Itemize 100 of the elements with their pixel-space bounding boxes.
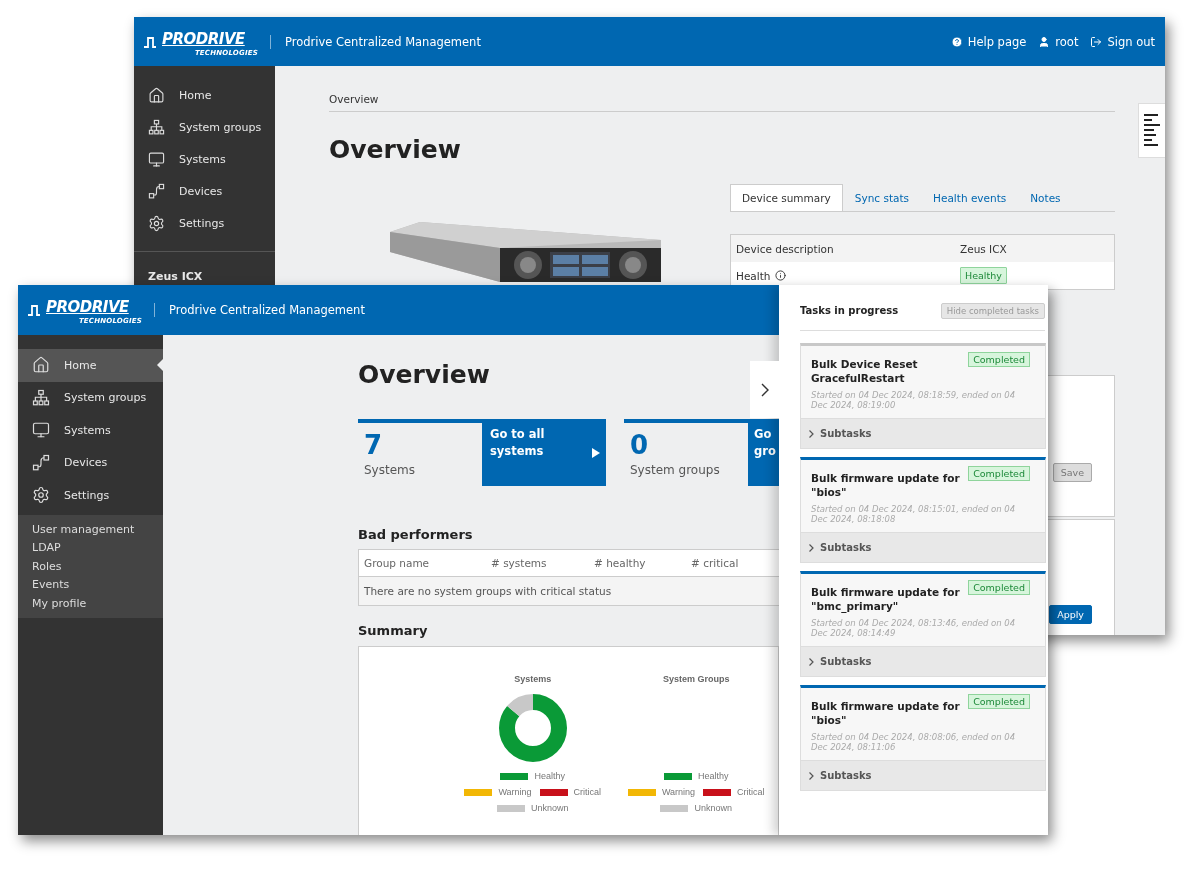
help-icon <box>950 35 963 48</box>
task-time: Started on 04 Dec 2024, 08:15:01, ended on 04 Dec 2024, 08:18:08 <box>811 504 1017 524</box>
legend-label: Warning <box>661 787 696 797</box>
go-to-link[interactable]: Go to all systems <box>482 419 606 486</box>
section-title: Bad performers <box>358 527 473 543</box>
empty-message: There are no system groups with critical status <box>363 584 613 599</box>
list-lines-icon <box>1144 113 1160 148</box>
column-header: # healthy <box>593 557 647 569</box>
task-title: Bulk firmware update for "bmc_primary" <box>811 585 961 613</box>
logo-name: PRODRIVE <box>162 30 245 47</box>
legend-label: Warning <box>498 787 532 797</box>
user-icon <box>1038 35 1051 48</box>
nav-item[interactable]: Systems <box>18 414 163 447</box>
logo-name: PRODRIVE <box>46 299 129 315</box>
stat-label: System groups <box>630 463 721 477</box>
submenu-item[interactable]: My profile <box>18 594 163 614</box>
page-title: Overview <box>329 135 461 165</box>
status-badge: Completed <box>968 580 1030 595</box>
task-time: Started on 04 Dec 2024, 08:13:46, ended on 04 Dec 2024, 08:14:49 <box>811 618 1017 638</box>
monitor-icon <box>32 421 50 440</box>
subtasks-toggle[interactable]: Subtasks <box>801 418 1045 448</box>
home-icon <box>148 86 165 104</box>
nav-item[interactable]: Settings <box>18 479 163 512</box>
play-arrow-icon <box>592 448 600 458</box>
subtasks-toggle[interactable]: Subtasks <box>801 760 1045 790</box>
nav-item[interactable]: Devices <box>18 446 163 479</box>
legend-label: Critical <box>573 787 602 797</box>
sign-out-icon <box>1090 35 1103 48</box>
subtasks-toggle[interactable]: Subtasks <box>801 646 1045 676</box>
table-of-contents-toggle[interactable] <box>1138 103 1165 158</box>
status-badge: Completed <box>968 466 1030 481</box>
nav-item[interactable]: System groups <box>18 381 163 414</box>
connected-squares-icon <box>148 182 165 200</box>
page-title: Overview <box>358 360 490 390</box>
hierarchy-icon <box>32 388 50 407</box>
settings-icon <box>32 486 50 505</box>
table-cell: Health <box>736 269 771 282</box>
breadcrumb[interactable]: Overview <box>329 93 1115 112</box>
stat-value: 0 <box>630 431 650 459</box>
status-badge: Healthy <box>960 267 1007 284</box>
task-title: Bulk firmware update for "bios" <box>811 471 961 499</box>
chevron-right-icon <box>809 657 814 666</box>
header-link[interactable]: root <box>1038 34 1079 49</box>
nav-item[interactable]: Devices <box>134 175 275 207</box>
column-header: Group name <box>363 557 431 569</box>
nav-item[interactable]: Systems <box>134 143 275 175</box>
table-cell: Zeus ICX <box>960 242 1007 255</box>
column-header: # systems <box>490 557 548 569</box>
hierarchy-icon <box>148 118 165 136</box>
panel-toggle-button[interactable] <box>750 361 779 418</box>
chart-title: Systems <box>514 674 552 684</box>
panel-button[interactable]: Apply <box>1049 605 1092 624</box>
submenu-item[interactable]: Events <box>18 576 163 595</box>
tab[interactable]: Health events <box>921 184 1019 211</box>
go-to-link[interactable]: Go gro <box>748 419 779 486</box>
column-header: # critical <box>690 557 740 569</box>
legend-label: Healthy <box>698 771 729 781</box>
app-title: Prodrive Centralized Management <box>285 34 481 49</box>
settings-icon <box>148 214 165 232</box>
task-title: Bulk Device Reset GracefulRestart <box>811 357 919 385</box>
nav-item[interactable]: Home <box>134 79 275 111</box>
legend-label: Unknown <box>531 803 569 813</box>
chevron-right-icon <box>809 429 814 438</box>
nav-item[interactable]: Settings <box>134 207 275 239</box>
connected-squares-icon <box>32 453 50 472</box>
device-context-label: Zeus ICX <box>147 270 204 283</box>
chevron-right-icon <box>760 382 769 397</box>
monitor-icon <box>148 150 165 168</box>
table-cell: Device description <box>736 242 834 255</box>
status-badge: Completed <box>968 352 1030 367</box>
stat-value: 7 <box>364 431 384 459</box>
nav-item[interactable]: Home <box>18 349 163 382</box>
chevron-right-icon <box>809 543 814 552</box>
task-title: Bulk firmware update for "bios" <box>811 699 961 727</box>
tab[interactable]: Notes <box>1018 184 1073 211</box>
header-link[interactable]: Sign out <box>1090 34 1155 49</box>
section-title: Summary <box>358 623 428 639</box>
tab[interactable]: Device summary <box>730 184 843 211</box>
submenu-item[interactable]: LDAP <box>18 539 163 558</box>
home-icon <box>32 356 50 375</box>
subtasks-toggle[interactable]: Subtasks <box>801 532 1045 562</box>
chevron-right-icon <box>809 771 814 780</box>
panel-title: Tasks in progress <box>800 305 899 316</box>
status-badge: Completed <box>968 694 1030 709</box>
header-link[interactable]: Help page <box>950 34 1027 49</box>
submenu-item[interactable]: Roles <box>18 557 163 577</box>
active-pointer <box>157 359 163 372</box>
task-time: Started on 04 Dec 2024, 08:18:59, ended on 04 Dec 2024, 08:19:00 <box>811 390 1017 410</box>
nav-item[interactable]: System groups <box>134 111 275 143</box>
legend-label: Unknown <box>694 803 732 813</box>
legend-label: Healthy <box>534 771 565 781</box>
submenu-item[interactable]: User management <box>18 520 163 540</box>
task-time: Started on 04 Dec 2024, 08:08:06, ended on 04 Dec 2024, 08:11:06 <box>811 732 1017 752</box>
tab[interactable]: Sync stats <box>842 184 922 211</box>
chart-title: System Groups <box>663 674 730 684</box>
legend-label: Critical <box>737 787 765 797</box>
app-title: Prodrive Centralized Management <box>169 303 365 317</box>
stat-label: Systems <box>364 463 416 477</box>
donut-chart <box>498 694 567 762</box>
panel-button[interactable]: Save <box>1052 463 1092 482</box>
